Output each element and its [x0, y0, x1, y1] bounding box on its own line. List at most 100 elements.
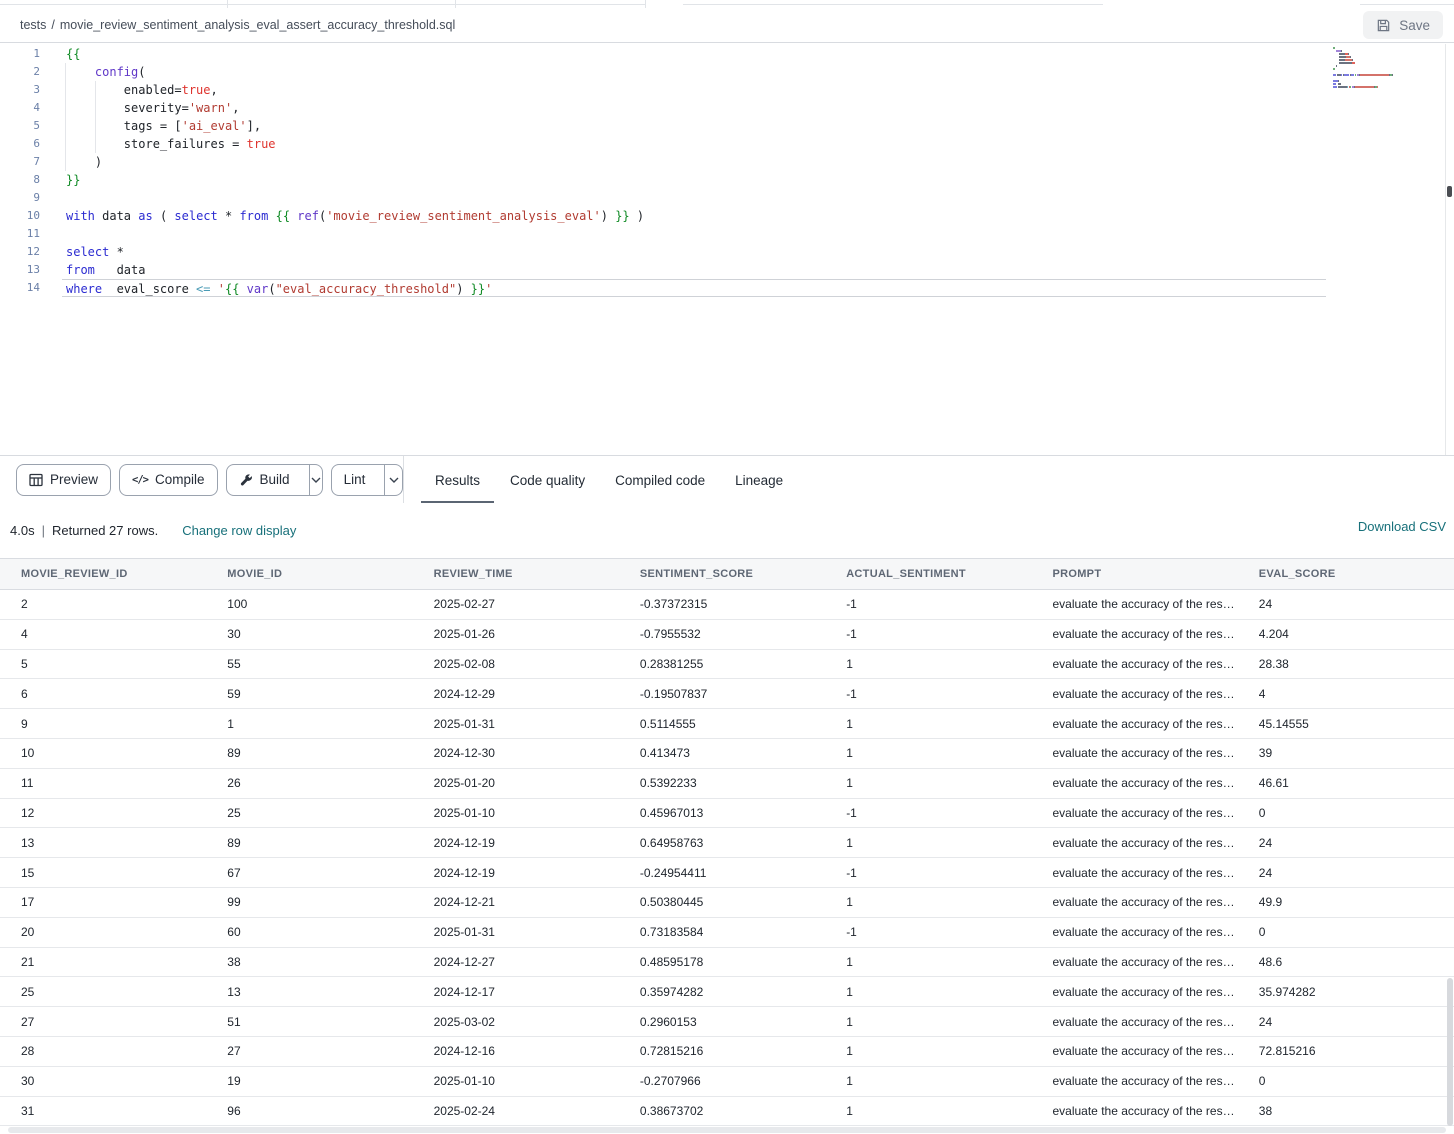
table-row[interactable]: 28272024-12-160.728152161evaluate the ac… [0, 1037, 1454, 1067]
table-row[interactable]: 11262025-01-200.53922331evaluate the acc… [0, 769, 1454, 799]
code-line-14[interactable]: 14where eval_score <= '{{ var("eval_accu… [0, 279, 1326, 297]
build-dropdown-toggle[interactable] [309, 465, 322, 495]
code-line-3[interactable]: 3 enabled=true, [0, 81, 1326, 99]
cell-actual_sentiment: 1 [825, 657, 1031, 671]
code-line-2[interactable]: 2 config( [0, 63, 1326, 81]
code-line-1[interactable]: 1{{ [0, 45, 1326, 63]
cell-prompt[interactable]: evaluate the accuracy of the res… [1031, 836, 1237, 850]
cell-movie_review_id: 11 [0, 776, 206, 790]
preview-button[interactable]: Preview [16, 464, 111, 496]
cell-movie_review_id: 2 [0, 597, 206, 611]
editor-scrollbar-thumb[interactable] [1447, 186, 1452, 197]
breadcrumb-folder[interactable]: tests [20, 18, 46, 32]
code-line-13[interactable]: 13from data [0, 261, 1326, 279]
table-row[interactable]: 15672024-12-19-0.24954411-1evaluate the … [0, 858, 1454, 888]
table-row[interactable]: 31962025-02-240.386737021evaluate the ac… [0, 1097, 1454, 1126]
cell-eval_score: 24 [1238, 1015, 1444, 1029]
code-line-8[interactable]: 8}} [0, 171, 1326, 189]
table-row[interactable]: 6592024-12-29-0.19507837-1evaluate the a… [0, 679, 1454, 709]
code-text: select * [62, 243, 1326, 261]
table-row[interactable]: 912025-01-310.51145551evaluate the accur… [0, 709, 1454, 739]
prompt-preview-text: evaluate the accuracy of the res… [1052, 597, 1234, 611]
table-row[interactable]: 25132024-12-170.359742821evaluate the ac… [0, 977, 1454, 1007]
breadcrumb[interactable]: tests/movie_review_sentiment_analysis_ev… [20, 18, 455, 32]
lint-button-main[interactable]: Lint [332, 465, 378, 495]
tab-compiled-code[interactable]: Compiled code [600, 456, 720, 504]
cell-review_time: 2025-01-20 [413, 776, 619, 790]
table-row[interactable]: 27512025-03-020.29601531evaluate the acc… [0, 1007, 1454, 1037]
horizontal-scrollbar[interactable] [0, 1126, 1454, 1134]
cell-prompt[interactable]: evaluate the accuracy of the res… [1031, 717, 1237, 731]
tab-lineage[interactable]: Lineage [720, 456, 798, 504]
cell-prompt[interactable]: evaluate the accuracy of the res… [1031, 746, 1237, 760]
lint-dropdown-toggle[interactable] [384, 465, 402, 495]
code-text: }} [62, 171, 1326, 189]
cell-eval_score: 24 [1238, 866, 1444, 880]
cell-prompt[interactable]: evaluate the accuracy of the res… [1031, 627, 1237, 641]
table-row[interactable]: 5552025-02-080.283812551evaluate the acc… [0, 650, 1454, 680]
build-button[interactable]: Build [226, 464, 323, 496]
code-line-5[interactable]: 5 tags = ['ai_eval'], [0, 117, 1326, 135]
code-line-10[interactable]: 10with data as ( select * from {{ ref('m… [0, 207, 1326, 225]
download-csv-link[interactable]: Download CSV [1358, 519, 1446, 534]
change-row-display-link[interactable]: Change row display [182, 523, 296, 538]
cell-prompt[interactable]: evaluate the accuracy of the res… [1031, 955, 1237, 969]
cell-actual_sentiment: -1 [825, 806, 1031, 820]
tab-label: Compiled code [615, 473, 705, 488]
cell-prompt[interactable]: evaluate the accuracy of the res… [1031, 1015, 1237, 1029]
table-row[interactable]: 21002025-02-27-0.37372315-1evaluate the … [0, 590, 1454, 620]
build-button-main[interactable]: Build [227, 465, 302, 495]
cell-movie_id: 13 [206, 985, 412, 999]
cell-eval_score: 35.974282 [1238, 985, 1444, 999]
table-row[interactable]: 30192025-01-10-0.27079661evaluate the ac… [0, 1067, 1454, 1097]
cell-eval_score: 28.38 [1238, 657, 1444, 671]
table-row[interactable]: 20602025-01-310.73183584-1evaluate the a… [0, 918, 1454, 948]
cell-prompt[interactable]: evaluate the accuracy of the res… [1031, 866, 1237, 880]
table-row[interactable]: 21382024-12-270.485951781evaluate the ac… [0, 948, 1454, 978]
cell-prompt[interactable]: evaluate the accuracy of the res… [1031, 1104, 1237, 1118]
minimap[interactable] [1333, 47, 1443, 89]
tab-code-quality[interactable]: Code quality [495, 456, 600, 504]
cell-movie_id: 27 [206, 1044, 412, 1058]
cell-movie_review_id: 20 [0, 925, 206, 939]
save-button[interactable]: Save [1363, 11, 1443, 39]
cell-prompt[interactable]: evaluate the accuracy of the res… [1031, 687, 1237, 701]
tab-results[interactable]: Results [420, 456, 495, 504]
cell-prompt[interactable]: evaluate the accuracy of the res… [1031, 895, 1237, 909]
cell-prompt[interactable]: evaluate the accuracy of the res… [1031, 985, 1237, 999]
code-line-11[interactable]: 11 [0, 225, 1326, 243]
code-line-9[interactable]: 9 [0, 189, 1326, 207]
results-scrollbar-thumb[interactable] [1447, 978, 1453, 1126]
cell-actual_sentiment: -1 [825, 925, 1031, 939]
compile-label: Compile [155, 472, 205, 487]
cell-prompt[interactable]: evaluate the accuracy of the res… [1031, 597, 1237, 611]
code-line-7[interactable]: 7 ) [0, 153, 1326, 171]
horizontal-scrollbar-thumb[interactable] [8, 1127, 1446, 1133]
table-row[interactable]: 12252025-01-100.45967013-1evaluate the a… [0, 799, 1454, 829]
cell-prompt[interactable]: evaluate the accuracy of the res… [1031, 1044, 1237, 1058]
table-row[interactable]: 4302025-01-26-0.7955532-1evaluate the ac… [0, 620, 1454, 650]
tab-divider [227, 0, 228, 8]
code-line-4[interactable]: 4 severity='warn', [0, 99, 1326, 117]
compile-button[interactable]: </> Compile [119, 464, 218, 496]
cell-prompt[interactable]: evaluate the accuracy of the res… [1031, 657, 1237, 671]
lint-button[interactable]: Lint [331, 464, 403, 496]
tab-edge [0, 4, 646, 5]
code-line-6[interactable]: 6 store_failures = true [0, 135, 1326, 153]
cell-prompt[interactable]: evaluate the accuracy of the res… [1031, 925, 1237, 939]
table-row[interactable]: 17992024-12-210.503804451evaluate the ac… [0, 888, 1454, 918]
code-editor[interactable]: 1{{2 config(3 enabled=true,4 severity='w… [0, 44, 1454, 455]
cell-movie_id: 38 [206, 955, 412, 969]
code-text: {{ [62, 45, 1326, 63]
cell-prompt[interactable]: evaluate the accuracy of the res… [1031, 776, 1237, 790]
cell-prompt[interactable]: evaluate the accuracy of the res… [1031, 806, 1237, 820]
table-row[interactable]: 10892024-12-300.4134731evaluate the accu… [0, 739, 1454, 769]
cell-review_time: 2024-12-19 [413, 866, 619, 880]
code-line-12[interactable]: 12select * [0, 243, 1326, 261]
cell-movie_review_id: 5 [0, 657, 206, 671]
table-row[interactable]: 13892024-12-190.649587631evaluate the ac… [0, 828, 1454, 858]
editor-scrollbar[interactable] [1445, 44, 1454, 455]
cell-sentiment_score: 0.5392233 [619, 776, 825, 790]
cell-movie_review_id: 9 [0, 717, 206, 731]
cell-prompt[interactable]: evaluate the accuracy of the res… [1031, 1074, 1237, 1088]
